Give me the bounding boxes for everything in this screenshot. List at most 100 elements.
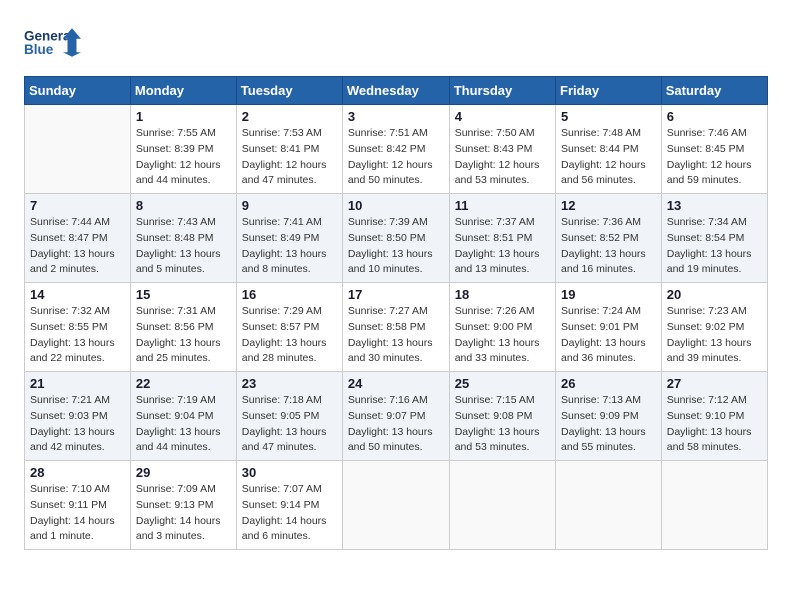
calendar-day-cell: 9 Sunrise: 7:41 AM Sunset: 8:49 PM Daylig… (236, 194, 342, 283)
calendar-day-cell: 17 Sunrise: 7:27 AM Sunset: 8:58 PM Dayli… (342, 283, 449, 372)
calendar-day-cell: 7Sunrise: 7:44 AM Sunset: 8:47 PM Daylig… (25, 194, 131, 283)
calendar-day-cell: 19 Sunrise: 7:24 AM Sunset: 9:01 PM Dayli… (556, 283, 662, 372)
day-info: Sunrise: 7:44 AM Sunset: 8:47 PM Dayligh… (30, 215, 125, 278)
day-number: 20 (667, 287, 762, 302)
calendar-day-cell: 3 Sunrise: 7:51 AM Sunset: 8:42 PM Daylig… (342, 105, 449, 194)
day-info: Sunrise: 7:29 AM Sunset: 8:57 PM Dayligh… (242, 304, 337, 367)
day-info: Sunrise: 7:19 AM Sunset: 9:04 PM Dayligh… (136, 393, 231, 456)
page-header: GeneralBlue (24, 20, 768, 62)
day-number: 10 (348, 198, 444, 213)
day-number: 4 (455, 109, 550, 124)
calendar-week-row: 7Sunrise: 7:44 AM Sunset: 8:47 PM Daylig… (25, 194, 768, 283)
day-number: 25 (455, 376, 550, 391)
calendar-day-cell (25, 105, 131, 194)
day-info: Sunrise: 7:51 AM Sunset: 8:42 PM Dayligh… (348, 126, 444, 189)
calendar-day-cell: 29 Sunrise: 7:09 AM Sunset: 9:13 PM Dayli… (130, 461, 236, 550)
day-info: Sunrise: 7:31 AM Sunset: 8:56 PM Dayligh… (136, 304, 231, 367)
day-number: 18 (455, 287, 550, 302)
calendar-day-cell: 8 Sunrise: 7:43 AM Sunset: 8:48 PM Daylig… (130, 194, 236, 283)
calendar-week-row: 21Sunrise: 7:21 AM Sunset: 9:03 PM Dayli… (25, 372, 768, 461)
day-number: 28 (30, 465, 125, 480)
calendar-day-cell: 26 Sunrise: 7:13 AM Sunset: 9:09 PM Dayli… (556, 372, 662, 461)
day-number: 5 (561, 109, 656, 124)
day-info: Sunrise: 7:24 AM Sunset: 9:01 PM Dayligh… (561, 304, 656, 367)
day-info: Sunrise: 7:50 AM Sunset: 8:43 PM Dayligh… (455, 126, 550, 189)
logo-svg: GeneralBlue (24, 20, 84, 62)
weekday-header-saturday: Saturday (661, 77, 767, 105)
day-number: 19 (561, 287, 656, 302)
day-info: Sunrise: 7:26 AM Sunset: 9:00 PM Dayligh… (455, 304, 550, 367)
day-number: 11 (455, 198, 550, 213)
day-info: Sunrise: 7:37 AM Sunset: 8:51 PM Dayligh… (455, 215, 550, 278)
weekday-header-wednesday: Wednesday (342, 77, 449, 105)
day-info: Sunrise: 7:32 AM Sunset: 8:55 PM Dayligh… (30, 304, 125, 367)
weekday-header-row: SundayMondayTuesdayWednesdayThursdayFrid… (25, 77, 768, 105)
calendar-day-cell (661, 461, 767, 550)
calendar-day-cell (556, 461, 662, 550)
day-info: Sunrise: 7:07 AM Sunset: 9:14 PM Dayligh… (242, 482, 337, 545)
day-info: Sunrise: 7:09 AM Sunset: 9:13 PM Dayligh… (136, 482, 231, 545)
calendar-day-cell: 11 Sunrise: 7:37 AM Sunset: 8:51 PM Dayli… (449, 194, 555, 283)
calendar-day-cell: 4 Sunrise: 7:50 AM Sunset: 8:43 PM Daylig… (449, 105, 555, 194)
day-info: Sunrise: 7:41 AM Sunset: 8:49 PM Dayligh… (242, 215, 337, 278)
weekday-header-friday: Friday (556, 77, 662, 105)
day-info: Sunrise: 7:12 AM Sunset: 9:10 PM Dayligh… (667, 393, 762, 456)
calendar-table: SundayMondayTuesdayWednesdayThursdayFrid… (24, 76, 768, 550)
day-info: Sunrise: 7:16 AM Sunset: 9:07 PM Dayligh… (348, 393, 444, 456)
day-number: 13 (667, 198, 762, 213)
calendar-day-cell: 16 Sunrise: 7:29 AM Sunset: 8:57 PM Dayli… (236, 283, 342, 372)
day-info: Sunrise: 7:21 AM Sunset: 9:03 PM Dayligh… (30, 393, 125, 456)
day-number: 17 (348, 287, 444, 302)
day-number: 8 (136, 198, 231, 213)
calendar-day-cell: 21Sunrise: 7:21 AM Sunset: 9:03 PM Dayli… (25, 372, 131, 461)
weekday-header-tuesday: Tuesday (236, 77, 342, 105)
day-info: Sunrise: 7:46 AM Sunset: 8:45 PM Dayligh… (667, 126, 762, 189)
day-info: Sunrise: 7:55 AM Sunset: 8:39 PM Dayligh… (136, 126, 231, 189)
day-info: Sunrise: 7:13 AM Sunset: 9:09 PM Dayligh… (561, 393, 656, 456)
calendar-day-cell: 1 Sunrise: 7:55 AM Sunset: 8:39 PM Daylig… (130, 105, 236, 194)
day-number: 26 (561, 376, 656, 391)
day-info: Sunrise: 7:15 AM Sunset: 9:08 PM Dayligh… (455, 393, 550, 456)
calendar-day-cell: 6Sunrise: 7:46 AM Sunset: 8:45 PM Daylig… (661, 105, 767, 194)
day-number: 16 (242, 287, 337, 302)
weekday-header-thursday: Thursday (449, 77, 555, 105)
calendar-day-cell: 2 Sunrise: 7:53 AM Sunset: 8:41 PM Daylig… (236, 105, 342, 194)
day-number: 9 (242, 198, 337, 213)
day-number: 22 (136, 376, 231, 391)
calendar-day-cell: 10 Sunrise: 7:39 AM Sunset: 8:50 PM Dayli… (342, 194, 449, 283)
day-info: Sunrise: 7:53 AM Sunset: 8:41 PM Dayligh… (242, 126, 337, 189)
calendar-day-cell: 24 Sunrise: 7:16 AM Sunset: 9:07 PM Dayli… (342, 372, 449, 461)
calendar-day-cell: 22 Sunrise: 7:19 AM Sunset: 9:04 PM Dayli… (130, 372, 236, 461)
day-number: 2 (242, 109, 337, 124)
calendar-day-cell: 5 Sunrise: 7:48 AM Sunset: 8:44 PM Daylig… (556, 105, 662, 194)
day-info: Sunrise: 7:48 AM Sunset: 8:44 PM Dayligh… (561, 126, 656, 189)
calendar-day-cell: 15Sunrise: 7:31 AM Sunset: 8:56 PM Dayli… (130, 283, 236, 372)
calendar-day-cell: 12 Sunrise: 7:36 AM Sunset: 8:52 PM Dayli… (556, 194, 662, 283)
day-number: 1 (136, 109, 231, 124)
calendar-week-row: 14 Sunrise: 7:32 AM Sunset: 8:55 PM Dayli… (25, 283, 768, 372)
day-info: Sunrise: 7:27 AM Sunset: 8:58 PM Dayligh… (348, 304, 444, 367)
day-info: Sunrise: 7:39 AM Sunset: 8:50 PM Dayligh… (348, 215, 444, 278)
day-info: Sunrise: 7:23 AM Sunset: 9:02 PM Dayligh… (667, 304, 762, 367)
calendar-day-cell: 18 Sunrise: 7:26 AM Sunset: 9:00 PM Dayli… (449, 283, 555, 372)
day-info: Sunrise: 7:36 AM Sunset: 8:52 PM Dayligh… (561, 215, 656, 278)
day-number: 29 (136, 465, 231, 480)
day-number: 14 (30, 287, 125, 302)
calendar-day-cell (449, 461, 555, 550)
day-info: Sunrise: 7:34 AM Sunset: 8:54 PM Dayligh… (667, 215, 762, 278)
day-number: 12 (561, 198, 656, 213)
logo: GeneralBlue (24, 20, 84, 62)
day-info: Sunrise: 7:18 AM Sunset: 9:05 PM Dayligh… (242, 393, 337, 456)
calendar-day-cell: 14 Sunrise: 7:32 AM Sunset: 8:55 PM Dayli… (25, 283, 131, 372)
calendar-day-cell: 30 Sunrise: 7:07 AM Sunset: 9:14 PM Dayli… (236, 461, 342, 550)
day-number: 3 (348, 109, 444, 124)
day-info: Sunrise: 7:43 AM Sunset: 8:48 PM Dayligh… (136, 215, 231, 278)
calendar-day-cell: 20 Sunrise: 7:23 AM Sunset: 9:02 PM Dayli… (661, 283, 767, 372)
calendar-week-row: 1 Sunrise: 7:55 AM Sunset: 8:39 PM Daylig… (25, 105, 768, 194)
day-number: 27 (667, 376, 762, 391)
weekday-header-monday: Monday (130, 77, 236, 105)
calendar-day-cell (342, 461, 449, 550)
day-number: 30 (242, 465, 337, 480)
day-number: 24 (348, 376, 444, 391)
svg-text:Blue: Blue (24, 42, 54, 57)
